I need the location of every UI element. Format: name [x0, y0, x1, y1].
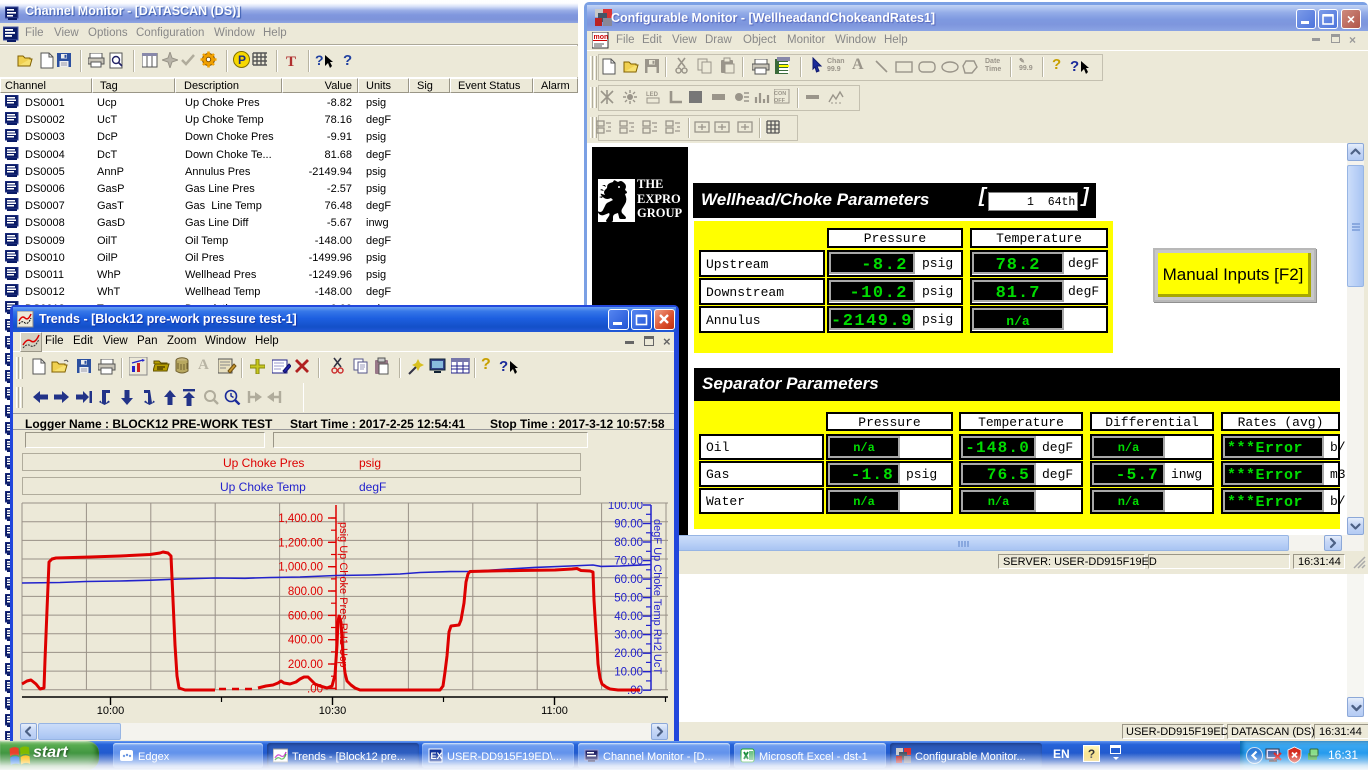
svg-text:10.00: 10.00	[614, 667, 643, 679]
svg-text:1,400.00: 1,400.00	[278, 513, 323, 525]
svg-text:1,200.00: 1,200.00	[278, 537, 323, 549]
svg-text:200.00: 200.00	[288, 659, 323, 671]
svg-text:10:30: 10:30	[319, 705, 347, 717]
svg-text:40.00: 40.00	[614, 611, 643, 623]
svg-text:1,000.00: 1,000.00	[278, 562, 323, 574]
svg-text:?: ?	[499, 358, 508, 375]
svg-text:400.00: 400.00	[288, 635, 323, 647]
svg-text:?: ?	[315, 52, 324, 68]
svg-text:800.00: 800.00	[288, 586, 323, 598]
svg-text:mon: mon	[594, 34, 609, 41]
svg-text:?: ?	[1070, 58, 1079, 75]
svg-text:P: P	[238, 53, 246, 67]
svg-text:LED: LED	[646, 92, 659, 98]
svg-text:100.00: 100.00	[608, 502, 643, 512]
svg-text:30.00: 30.00	[614, 630, 643, 642]
svg-text:90.00: 90.00	[614, 519, 643, 531]
svg-text:60.00: 60.00	[614, 574, 643, 586]
svg-text:20.00: 20.00	[614, 648, 643, 660]
svg-text:CON: CON	[774, 91, 786, 97]
svg-text:?: ?	[343, 52, 352, 69]
svg-text:T: T	[286, 54, 296, 68]
svg-text:degF Up Choke Temp RH2 UcT: degF Up Choke Temp RH2 UcT	[651, 519, 663, 674]
svg-text:50.00: 50.00	[614, 593, 643, 605]
svg-text:11:00: 11:00	[541, 705, 568, 717]
svg-text:600.00: 600.00	[288, 610, 323, 622]
svg-text:80.00: 80.00	[614, 537, 643, 549]
svg-text:10:00: 10:00	[97, 705, 125, 717]
